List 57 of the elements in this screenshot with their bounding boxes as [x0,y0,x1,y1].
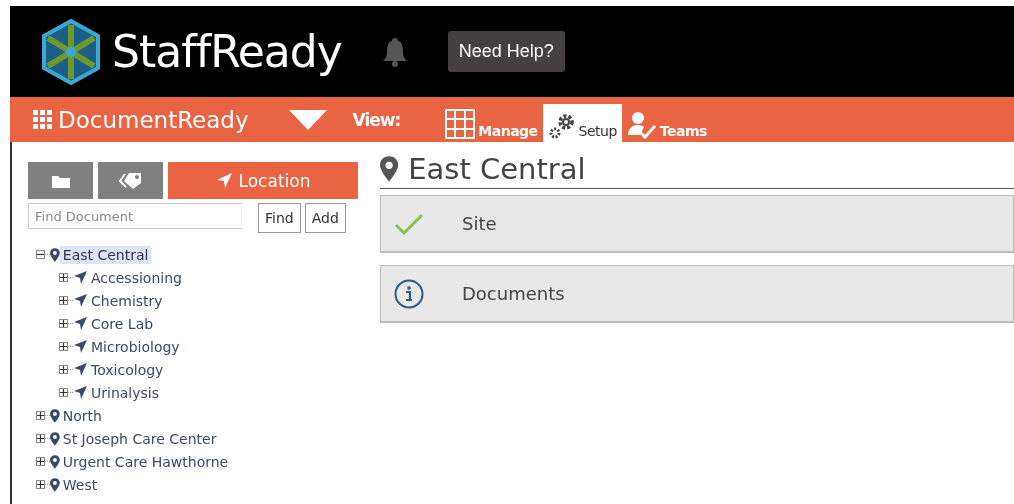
sidebar-tab[interactable] [28,162,93,199]
expand-toggle[interactable] [59,296,68,305]
navigation-arrow-icon [73,316,88,331]
expand-toggle[interactable] [36,480,45,489]
map-pin-icon [50,431,60,446]
grid-icon [33,110,52,129]
search-field[interactable]: Find Document [28,203,242,229]
tree-item[interactable]: Microbiology [88,337,183,356]
navigation-arrow-icon [73,270,88,285]
map-pin-icon [50,408,60,423]
help-button[interactable]: Need Help? [447,31,565,72]
navigation-arrow-icon [73,293,88,308]
map-pin-icon [50,477,60,492]
tree-item[interactable]: North [59,406,105,425]
tree-item[interactable]: Toxicology [88,360,167,379]
tree-item[interactable]: Urinalysis [88,383,162,402]
tag-icon [118,171,143,190]
tree-item[interactable]: East Central [59,245,152,264]
section-panel[interactable]: Documents [380,265,1014,323]
tree-item[interactable]: West [59,475,101,494]
tree-item[interactable]: Core Lab [88,314,157,333]
checkmark-icon [394,212,424,235]
expand-toggle[interactable] [59,342,68,351]
navigation-arrow-icon [73,385,88,400]
expand-toggle[interactable] [59,388,68,397]
gears-icon [547,113,576,139]
user-check-icon [626,111,657,139]
tree-item[interactable]: Urgent Care Hawthorne [59,452,232,471]
grid-icon [445,109,476,139]
info-icon [394,278,424,309]
expand-toggle[interactable] [59,319,68,328]
add-button[interactable]: Add [304,203,346,233]
find-button[interactable]: Find [258,203,301,233]
view-label: View: [352,109,401,130]
tree-item[interactable]: St Joseph Care Center [59,429,220,448]
expand-toggle[interactable] [36,411,45,420]
logo-icon [40,18,102,85]
section-panel[interactable]: Site [380,195,1014,253]
app-name: DocumentReady [58,106,249,133]
expand-toggle[interactable] [36,434,45,443]
navigation-arrow-icon [73,339,88,354]
map-pin-icon [50,454,60,469]
dropdown-caret-icon[interactable] [288,109,327,130]
expand-toggle[interactable] [36,250,45,259]
expand-toggle[interactable] [59,273,68,282]
map-pin-icon [50,247,60,262]
tree-item[interactable]: Accessioning [88,268,185,287]
tree-item[interactable]: Chemistry [88,291,166,310]
navigation-arrow-icon [215,172,233,189]
brand-name: StaffReady [112,26,342,77]
page-title: East Central [408,152,586,186]
expand-toggle[interactable] [36,457,45,466]
map-pin-icon [380,156,399,182]
view-tab[interactable]: Setup [542,104,622,142]
sidebar-tab[interactable] [98,162,163,199]
expand-toggle[interactable] [59,365,68,374]
navigation-arrow-icon [73,362,88,377]
